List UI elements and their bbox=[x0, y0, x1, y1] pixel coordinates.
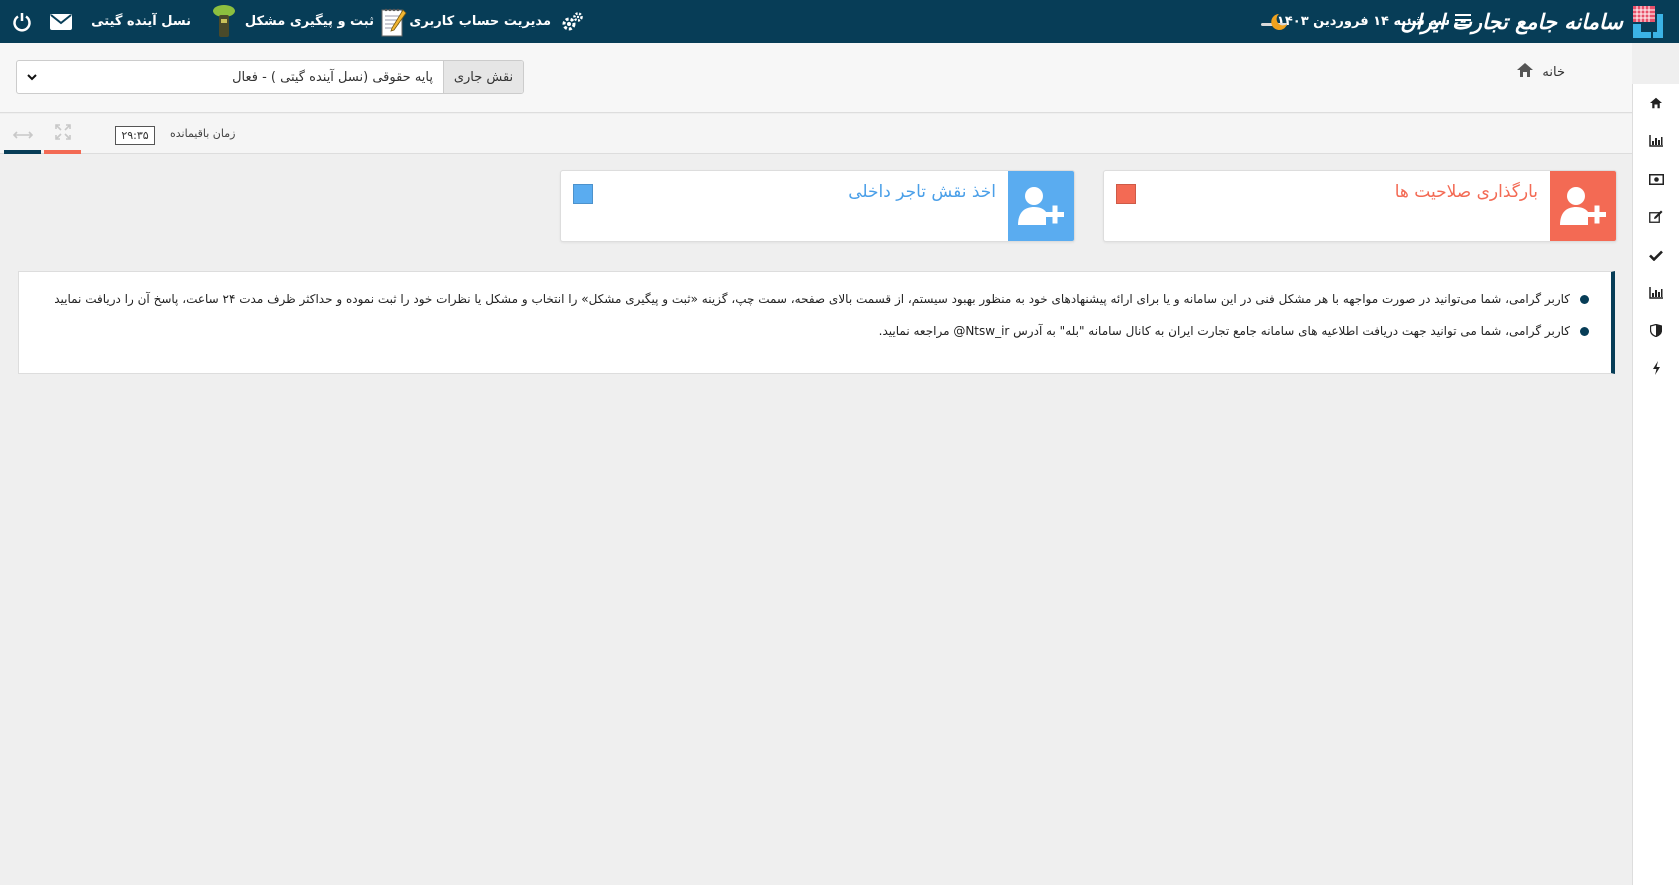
logo-icon[interactable] bbox=[1629, 0, 1667, 43]
current-role-label: نقش جاری bbox=[443, 61, 523, 93]
chart-icon bbox=[1649, 132, 1663, 151]
user-name-link[interactable]: نسل آینده گیتی bbox=[91, 0, 191, 43]
sidebar-item-quick-actions[interactable] bbox=[1633, 350, 1679, 388]
current-role-value: پایه حقوقی (نسل آینده گیتی ) - فعال bbox=[232, 69, 433, 85]
menu-icon bbox=[1455, 12, 1471, 31]
breadcrumb: خانه bbox=[1516, 62, 1565, 82]
fullscreen-icon bbox=[54, 123, 72, 145]
sidebar-item-security[interactable] bbox=[1633, 312, 1679, 350]
chart-icon bbox=[1649, 284, 1663, 303]
current-date: سه شنبه ۱۴ فروردین ۱۴۰۳ bbox=[1276, 14, 1450, 29]
domestic-trader-role-card[interactable]: اخذ نقش تاجر داخلی bbox=[560, 170, 1075, 242]
tree-avatar-icon bbox=[209, 0, 239, 43]
remaining-time-label: زمان باقیمانده bbox=[170, 127, 236, 140]
account-management-link[interactable]: مدیریت حساب کاربری bbox=[409, 0, 551, 43]
power-icon[interactable] bbox=[10, 0, 34, 43]
session-timer-bar: زمان باقیمانده ۲۹:۳۵ bbox=[0, 114, 1632, 154]
gear-icon[interactable] bbox=[557, 0, 587, 43]
chevron-down-icon bbox=[27, 70, 37, 85]
list-item: کاربر گرامی، شما می توانید جهت دریافت اط… bbox=[879, 324, 1589, 338]
current-role-group: نقش جاری پایه حقوقی (نسل آینده گیتی ) - … bbox=[16, 60, 524, 94]
expand-width-button[interactable] bbox=[4, 114, 41, 154]
sidebar-item-approvals[interactable] bbox=[1633, 236, 1679, 274]
bolt-icon bbox=[1652, 360, 1661, 379]
notice-panel: کاربر گرامی، شما می‌توانید در صورت مواجه… bbox=[18, 271, 1615, 374]
bullet-icon bbox=[1580, 326, 1589, 336]
page-header: خانه نقش جاری پایه حقوقی (نسل آینده گیتی… bbox=[0, 43, 1632, 113]
right-sidebar bbox=[1632, 84, 1679, 885]
notice-text: کاربر گرامی، شما می‌توانید در صورت مواجه… bbox=[54, 292, 1570, 306]
card-color-square bbox=[573, 184, 593, 204]
card-title: بارگذاری صلاحیت ها bbox=[1394, 182, 1538, 202]
edit-icon bbox=[1649, 208, 1663, 227]
check-icon bbox=[1649, 246, 1663, 265]
notice-text: کاربر گرامی، شما می توانید جهت دریافت اط… bbox=[878, 324, 1570, 338]
sidebar-item-edit[interactable] bbox=[1633, 198, 1679, 236]
moon-icon bbox=[1259, 0, 1293, 43]
user-plus-icon bbox=[1008, 171, 1074, 241]
sidebar-item-home[interactable] bbox=[1633, 84, 1679, 122]
sidebar-item-reports[interactable] bbox=[1633, 122, 1679, 160]
remaining-time-value: ۲۹:۳۵ bbox=[115, 126, 155, 145]
list-item: کاربر گرامی، شما می‌توانید در صورت مواجه… bbox=[54, 292, 1589, 306]
home-icon bbox=[1649, 94, 1663, 113]
home-icon[interactable] bbox=[1516, 62, 1534, 82]
sidebar-item-payments[interactable] bbox=[1633, 160, 1679, 198]
arrows-horizontal-icon bbox=[12, 125, 33, 144]
user-plus-icon bbox=[1550, 171, 1616, 241]
upload-qualifications-card[interactable]: بارگذاری صلاحیت ها bbox=[1103, 170, 1617, 242]
fullscreen-indicator bbox=[44, 150, 81, 154]
fullscreen-button[interactable] bbox=[44, 114, 81, 154]
card-color-square bbox=[1116, 184, 1136, 204]
bullet-icon bbox=[1580, 294, 1589, 304]
current-role-select[interactable]: پایه حقوقی (نسل آینده گیتی ) - فعال bbox=[17, 61, 443, 93]
notepad-icon[interactable] bbox=[377, 0, 409, 43]
card-title: اخذ نقش تاجر داخلی bbox=[848, 182, 996, 202]
sidebar-item-statistics[interactable] bbox=[1633, 274, 1679, 312]
shield-icon bbox=[1649, 322, 1663, 341]
top-navbar: سامانه جامع تجارت ایران سه شنبه ۱۴ فرورد… bbox=[0, 0, 1679, 43]
issue-tracking-link[interactable]: ثبت و پیگیری مشکل bbox=[245, 0, 374, 43]
menu-toggle-button[interactable] bbox=[1451, 0, 1475, 43]
mail-icon[interactable] bbox=[48, 0, 74, 43]
breadcrumb-home[interactable]: خانه bbox=[1542, 65, 1565, 80]
money-icon bbox=[1648, 170, 1664, 189]
expand-indicator bbox=[4, 150, 41, 154]
